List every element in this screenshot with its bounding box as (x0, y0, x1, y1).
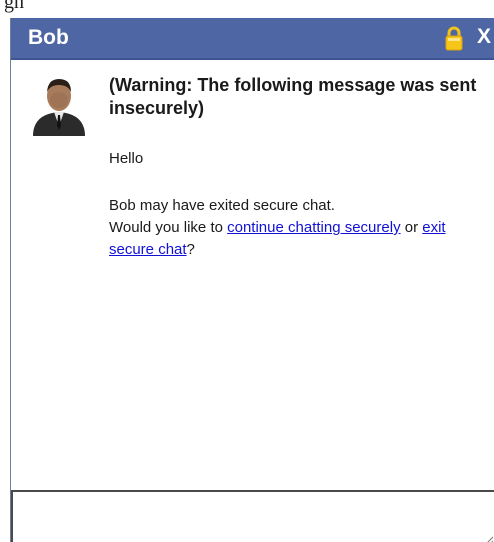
caption-text: gh (4, 0, 24, 13)
chat-window: Bob X (Warning: The following message wa… (10, 18, 494, 542)
message-input[interactable] (11, 490, 494, 542)
window-title: Bob (28, 26, 69, 49)
notice-suffix: ? (186, 241, 195, 258)
insecure-warning: (Warning: The following message was sent… (109, 75, 477, 118)
notice-line1: Bob may have exited secure chat. (109, 197, 335, 214)
message-area: (Warning: The following message was sent… (109, 74, 479, 261)
continue-securely-link[interactable]: continue chatting securely (227, 219, 400, 236)
message-text: Hello (109, 150, 144, 167)
title-bar: Bob X (11, 18, 494, 60)
avatar (29, 70, 89, 136)
secure-chat-notice: Bob may have exited secure chat. Would yo… (109, 195, 479, 261)
lock-icon[interactable] (444, 25, 464, 51)
resize-grip-icon[interactable] (485, 531, 494, 542)
notice-middle-text: or (400, 219, 423, 236)
notice-line2-prefix: Would you like to (109, 219, 228, 236)
close-button[interactable]: X (477, 25, 491, 49)
